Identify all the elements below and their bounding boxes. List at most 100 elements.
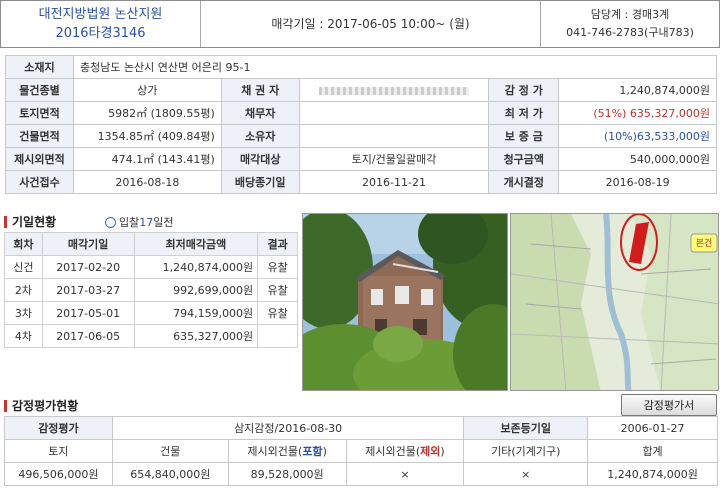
extra-area-label: 제시외면적 bbox=[5, 147, 74, 171]
result-cell: 유찰 bbox=[257, 301, 298, 325]
property-photo[interactable] bbox=[302, 213, 508, 391]
table-row: 3차 2017-05-01 794,159,000원 유찰 bbox=[4, 301, 298, 325]
department-cell: 담당계 : 경매3계 041-746-2783(구내783) bbox=[541, 1, 719, 47]
min-price-label: 최 저 가 bbox=[488, 101, 560, 125]
land-area-label: 토지면적 bbox=[5, 101, 74, 125]
table-row: 물건종별 상가 채 권 자 감 정 가 1,240,874,000원 bbox=[5, 78, 717, 102]
start-decision-label: 개시결정 bbox=[488, 170, 560, 194]
table-row: 사건접수 2016-08-18 배당종기일 2016-11-21 개시결정 20… bbox=[5, 170, 717, 194]
col-result: 결과 bbox=[257, 232, 298, 256]
history-section-title: 기일현황 bbox=[4, 213, 56, 230]
phone: 041-746-2783(구내783) bbox=[566, 26, 694, 39]
etc-value: × bbox=[463, 462, 589, 486]
date-cell: 2017-02-20 bbox=[41, 255, 135, 279]
creditor-value-redacted bbox=[298, 78, 490, 102]
extra-excluded-value: × bbox=[345, 462, 465, 486]
bid-countdown: 입찰17일전 bbox=[105, 214, 174, 230]
type-value: 상가 bbox=[72, 78, 222, 102]
appraisal-firm-label: 감정평가 bbox=[4, 416, 113, 440]
registration-date-value: 2006-01-27 bbox=[587, 416, 718, 440]
table-header-row: 회차 매각기일 최저매각금액 결과 bbox=[4, 232, 298, 256]
round-cell: 신건 bbox=[4, 255, 43, 279]
table-header-row: 토지 건물 제시외건물(포함) 제시외건물(제외) 기타(기계기구) 합계 bbox=[4, 439, 718, 463]
sale-target-label: 매각대상 bbox=[220, 147, 300, 171]
location-map[interactable]: 본건 bbox=[510, 213, 719, 391]
result-cell: 유찰 bbox=[257, 278, 298, 302]
col-building: 건물 bbox=[111, 439, 229, 463]
table-row: 토지면적 5982㎡ (1809.55평) 채무자 최 저 가 (51%) 63… bbox=[5, 101, 717, 125]
round-cell: 4차 bbox=[4, 324, 43, 348]
claim-label: 청구금액 bbox=[488, 147, 560, 171]
appraisal-firm-value: 삼지감정/2016-08-30 bbox=[111, 416, 465, 440]
dividend-value: 2016-11-21 bbox=[298, 170, 490, 194]
building-area-value: 1354.85㎡ (409.84평) bbox=[72, 124, 222, 148]
col-extra-excluded: 제시외건물(제외) bbox=[345, 439, 465, 463]
min-price-percent: (51%) bbox=[593, 107, 627, 120]
case-number: 2016타경3146 bbox=[55, 26, 146, 41]
building-area-label: 건물면적 bbox=[5, 124, 74, 148]
table-row: 4차 2017-06-05 635,327,000원 bbox=[4, 324, 298, 348]
min-price-amount: 635,327,000원 bbox=[629, 107, 710, 120]
sale-date: 매각기일 : 2017-06-05 10:00~ (월) bbox=[201, 1, 541, 47]
creditor-label: 채 권 자 bbox=[220, 78, 300, 102]
section-marker-icon bbox=[4, 216, 7, 228]
case-title-cell: 대전지방법원 논산지원 2016타경3146 bbox=[1, 1, 201, 47]
date-cell: 2017-05-01 bbox=[41, 301, 135, 325]
price-cell: 794,159,000원 bbox=[133, 301, 259, 325]
round-cell: 2차 bbox=[4, 278, 43, 302]
result-cell bbox=[257, 324, 298, 348]
price-cell: 992,699,000원 bbox=[133, 278, 259, 302]
receipt-label: 사건접수 bbox=[5, 170, 74, 194]
land-area-value: 5982㎡ (1809.55평) bbox=[72, 101, 222, 125]
location-value: 충청남도 논산시 연산면 어은리 95-1 bbox=[72, 55, 718, 79]
department: 담당계 : 경매3계 bbox=[590, 8, 670, 21]
appraisal-report-button[interactable]: 감정평가서 bbox=[621, 394, 717, 416]
map-marker-label: 본건 bbox=[695, 239, 713, 249]
auction-history-table: 회차 매각기일 최저매각금액 결과 신건 2017-02-20 1,240,87… bbox=[4, 232, 298, 348]
appraisal-label: 감 정 가 bbox=[488, 78, 560, 102]
table-row: 496,506,000원 654,840,000원 89,528,000원 × … bbox=[4, 462, 718, 486]
start-decision-value: 2016-08-19 bbox=[558, 170, 717, 194]
court-name: 대전지방법원 논산지원 bbox=[38, 7, 163, 22]
appraisal-section-title: 감정평가현황 bbox=[4, 397, 78, 414]
days-count: 17 bbox=[139, 216, 154, 229]
owner-label: 소유자 bbox=[220, 124, 300, 148]
date-cell: 2017-06-05 bbox=[41, 324, 135, 348]
debtor-value bbox=[298, 101, 490, 125]
type-label: 물건종별 bbox=[5, 78, 74, 102]
deposit-value: (10%)63,533,000원 bbox=[558, 124, 717, 148]
col-land: 토지 bbox=[4, 439, 113, 463]
section-marker-icon bbox=[4, 400, 7, 412]
land-value: 496,506,000원 bbox=[4, 462, 113, 486]
sale-target-value: 토지/건물일괄매각 bbox=[298, 147, 490, 171]
round-cell: 3차 bbox=[4, 301, 43, 325]
dividend-label: 배당종기일 bbox=[220, 170, 300, 194]
table-row: 소재지 충청남도 논산시 연산면 어은리 95-1 bbox=[5, 55, 718, 79]
min-price-value: (51%) 635,327,000원 bbox=[558, 101, 717, 125]
table-row: 건물면적 1354.85㎡ (409.84평) 소유자 보 증 금 (10%)6… bbox=[5, 124, 717, 148]
location-label: 소재지 bbox=[5, 55, 74, 79]
col-round: 회차 bbox=[4, 232, 43, 256]
clock-icon bbox=[105, 217, 116, 228]
col-extra-included: 제시외건물(포함) bbox=[227, 439, 347, 463]
registration-date-label: 보존등기일 bbox=[463, 416, 589, 440]
extra-area-value: 474.1㎡ (143.41평) bbox=[72, 147, 222, 171]
result-cell: 유찰 bbox=[257, 255, 298, 279]
table-row: 신건 2017-02-20 1,240,874,000원 유찰 bbox=[4, 255, 298, 279]
extra-included-value: 89,528,000원 bbox=[227, 462, 347, 486]
col-price: 최저매각금액 bbox=[133, 232, 259, 256]
receipt-value: 2016-08-18 bbox=[72, 170, 222, 194]
table-row: 감정평가 삼지감정/2016-08-30 보존등기일 2006-01-27 bbox=[4, 416, 718, 440]
appraisal-table: 감정평가 삼지감정/2016-08-30 보존등기일 2006-01-27 토지… bbox=[4, 416, 718, 486]
case-header: 대전지방법원 논산지원 2016타경3146 매각기일 : 2017-06-05… bbox=[0, 0, 720, 48]
owner-value bbox=[298, 124, 490, 148]
claim-value: 540,000,000원 bbox=[558, 147, 717, 171]
col-etc: 기타(기계기구) bbox=[463, 439, 589, 463]
appraisal-value: 1,240,874,000원 bbox=[558, 78, 717, 102]
property-info-table: 소재지 충청남도 논산시 연산면 어은리 95-1 물건종별 상가 채 권 자 … bbox=[5, 55, 718, 194]
price-cell: 1,240,874,000원 bbox=[133, 255, 259, 279]
table-row: 제시외면적 474.1㎡ (143.41평) 매각대상 토지/건물일괄매각 청구… bbox=[5, 147, 717, 171]
deposit-label: 보 증 금 bbox=[488, 124, 560, 148]
col-date: 매각기일 bbox=[41, 232, 135, 256]
total-value: 1,240,874,000원 bbox=[587, 462, 718, 486]
